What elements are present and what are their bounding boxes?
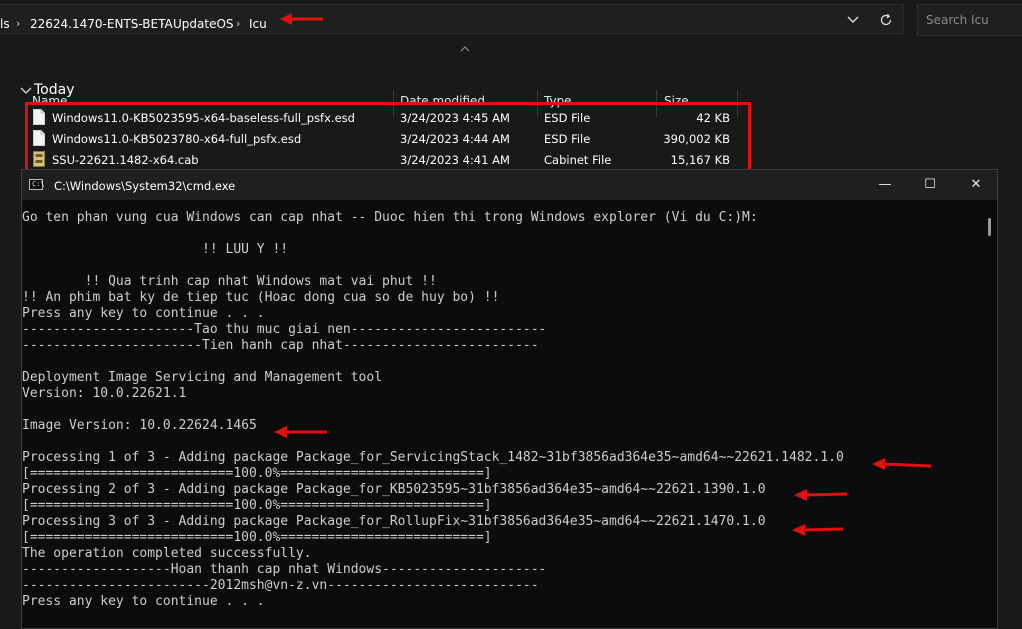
cmd-line: Image Version: 10.0.22624.1465: [22, 418, 257, 433]
cmd-line: Deployment Image Servicing and Managemen…: [22, 370, 383, 385]
cmd-line: Press any key to continue . . .: [22, 306, 265, 321]
breadcrumb-item[interactable]: ls: [0, 17, 10, 31]
cmd-window-title: C:\Windows\System32\cmd.exe: [54, 179, 236, 193]
minimize-button[interactable]: —: [862, 170, 908, 200]
chevron-right-icon: ›: [236, 17, 241, 30]
chevron-right-icon: ›: [160, 17, 165, 30]
breadcrumb-item[interactable]: UpdateOS: [173, 17, 234, 31]
cmd-line: [22, 402, 982, 418]
cmd-app-icon: C:\: [29, 179, 45, 190]
cmd-line: Version: 10.0.22621.1: [22, 386, 187, 401]
explorer-header: ls › 22624.1470-ENTS-BETA › UpdateOS › I…: [0, 0, 1022, 40]
group-header-today[interactable]: Today: [34, 82, 75, 98]
chevron-right-icon: ›: [16, 17, 21, 30]
cmd-line: The operation completed successfully.: [22, 546, 312, 561]
cmd-line: [22, 354, 982, 370]
cmd-line: ----------------------Tao thu muc giai n…: [22, 322, 547, 337]
maximize-button[interactable]: ☐: [907, 170, 953, 200]
chevron-down-icon[interactable]: [846, 14, 860, 26]
search-input[interactable]: Search Icu: [917, 4, 1022, 36]
scrollbar-thumb[interactable]: [988, 218, 991, 236]
annotation-arrow: [792, 524, 844, 536]
annotation-arrow: [280, 13, 323, 25]
cmd-line: [22, 434, 982, 450]
close-button[interactable]: ✕: [953, 170, 999, 200]
chevron-down-icon[interactable]: [20, 86, 32, 96]
cmd-line: -------------------Hoan thanh cap nhat W…: [22, 562, 547, 577]
cmd-line: [22, 258, 982, 274]
refresh-icon[interactable]: [878, 12, 894, 28]
cmd-title-bar[interactable]: C:\ C:\Windows\System32\cmd.exe — ☐ ✕: [22, 170, 997, 200]
cmd-line: !! Qua trinh cap nhat Windows mat vai ph…: [22, 274, 437, 289]
cmd-line: Press any key to continue . . .: [22, 594, 265, 609]
sort-chevron-icon: [460, 46, 470, 52]
cmd-window[interactable]: C:\ C:\Windows\System32\cmd.exe — ☐ ✕ Go…: [21, 169, 998, 629]
search-placeholder: Search Icu: [926, 13, 989, 27]
cmd-line: Processing 1 of 3 - Adding package Packa…: [22, 450, 844, 465]
annotation-highlight-box: [25, 102, 751, 172]
cmd-line: ------------------------2012msh@vn-z.vn-…: [22, 578, 539, 593]
cmd-line: !! LUU Y !!: [22, 242, 289, 257]
annotation-arrow: [274, 426, 327, 438]
cmd-line: [==========================100.0%=======…: [22, 466, 492, 481]
annotation-arrow: [794, 489, 848, 501]
cmd-line: !! An phim bat ky de tiep tuc (Hoac dong…: [22, 290, 500, 305]
address-bar[interactable]: ls › 22624.1470-ENTS-BETA › UpdateOS › I…: [0, 4, 904, 34]
annotation-arrow: [872, 458, 932, 470]
breadcrumb-current[interactable]: Icu: [249, 17, 267, 31]
cmd-line: -----------------------Tien hanh cap nha…: [22, 338, 539, 353]
column-header-row: Name Date modified Type Size: [0, 44, 1022, 117]
cmd-line: Go ten phan vung cua Windows can cap nha…: [22, 210, 758, 225]
cmd-line: [22, 226, 982, 242]
breadcrumb-item[interactable]: 22624.1470-ENTS-BETA: [30, 17, 173, 31]
cmd-output[interactable]: Go ten phan vung cua Windows can cap nha…: [22, 210, 982, 610]
